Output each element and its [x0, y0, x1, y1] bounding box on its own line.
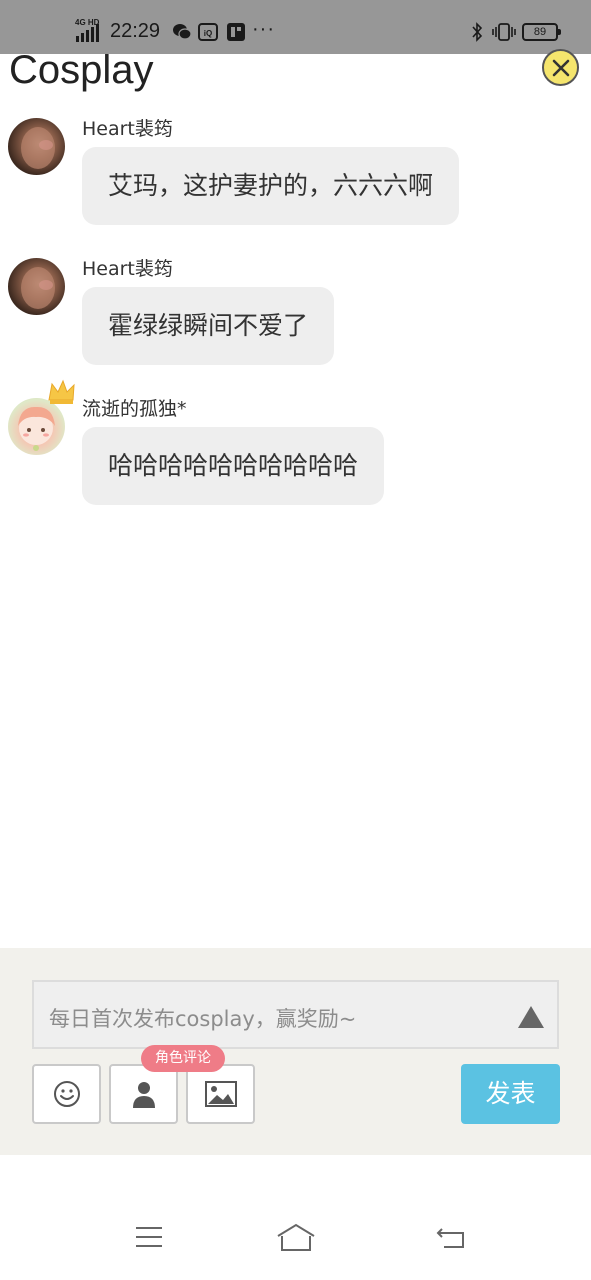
username[interactable]: 流逝的孤独* [82, 394, 187, 421]
more-notifications: ··· [252, 18, 275, 40]
bluetooth-icon [472, 22, 483, 42]
image-button[interactable] [186, 1064, 255, 1124]
back-icon[interactable] [436, 1225, 466, 1251]
menu-icon[interactable] [134, 1225, 164, 1249]
send-button[interactable]: 发表 [461, 1064, 560, 1124]
image-icon [204, 1081, 237, 1107]
emoji-icon [53, 1081, 80, 1107]
wechat-icon [173, 24, 192, 40]
message-bubble[interactable]: 艾玛，这护妻护的，六六六啊 [82, 147, 460, 225]
person-icon [132, 1082, 155, 1108]
iqiyi-icon: iQ [198, 23, 218, 41]
signal-icon [76, 24, 99, 42]
page-title: Cosplay [9, 48, 154, 92]
comment-input-placeholder: 每日首次发布cosplay，赢奖励~ [49, 1007, 357, 1031]
emoji-button[interactable] [32, 1064, 101, 1124]
system-navbar [0, 1155, 591, 1280]
avatar[interactable] [8, 398, 65, 455]
role-comment-button[interactable] [109, 1064, 178, 1124]
username[interactable]: Heart裴筠 [82, 114, 173, 141]
news-app-icon [227, 23, 245, 41]
avatar[interactable] [8, 118, 65, 175]
username[interactable]: Heart裴筠 [82, 254, 173, 281]
message-bubble[interactable]: 哈哈哈哈哈哈哈哈哈哈 [82, 427, 385, 505]
avatar[interactable] [8, 258, 65, 315]
comment-composer: 每日首次发布cosplay，赢奖励~ 角色评论 发表 [0, 948, 591, 1155]
close-button[interactable] [542, 49, 579, 86]
close-icon [552, 59, 569, 76]
anime-avatar-icon [18, 406, 55, 451]
vibrate-icon [492, 23, 516, 41]
comment-input[interactable]: 每日首次发布cosplay，赢奖励~ [32, 980, 559, 1049]
photo-avatar-icon [21, 267, 55, 309]
role-comment-tip: 角色评论 [141, 1045, 225, 1072]
crown-icon [48, 379, 75, 404]
photo-avatar-icon [21, 127, 55, 169]
svg-text:iQ: iQ [204, 29, 212, 38]
home-icon[interactable] [276, 1222, 316, 1252]
clock: 22:29 [110, 20, 161, 42]
battery-indicator: 89 [522, 23, 561, 41]
message-bubble[interactable]: 霍绿绿瞬间不爱了 [82, 287, 335, 365]
expand-triangle-icon[interactable] [516, 1004, 546, 1030]
